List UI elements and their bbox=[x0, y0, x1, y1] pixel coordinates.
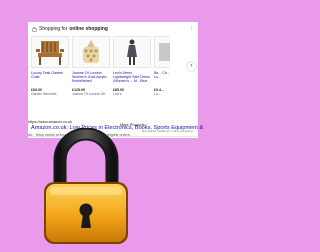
product-name[interactable]: Levi's Mens Lightweight Skirt Dress (Wom… bbox=[113, 71, 151, 84]
shopping-header: Shopping for online shopping bbox=[32, 26, 108, 32]
shopping-bag-icon bbox=[32, 26, 37, 32]
product-seller: Lu... bbox=[154, 92, 161, 96]
product-card[interactable]: Luxury Teak Garden Chair £69.00 Garden B… bbox=[31, 36, 69, 112]
product-image-partial[interactable] bbox=[154, 36, 170, 68]
product-image-chair[interactable] bbox=[31, 36, 69, 68]
padlock-icon bbox=[40, 127, 132, 246]
product-card[interactable]: Joanne Of London Women's Gold Acrylic Em… bbox=[72, 36, 110, 112]
product-seller: Joanne Of London UK bbox=[72, 92, 106, 96]
carousel-next-button[interactable]: › bbox=[187, 62, 196, 71]
product-seller: Garden Benches bbox=[31, 92, 57, 96]
shopping-header-query: online shopping bbox=[69, 26, 108, 32]
product-image-embellished[interactable] bbox=[72, 36, 110, 68]
product-carousel: Luxury Teak Garden Chair £69.00 Garden B… bbox=[31, 36, 189, 112]
product-seller: Levi's bbox=[113, 92, 122, 96]
product-name[interactable]: Joanne Of London Women's Gold Acrylic Em… bbox=[72, 71, 110, 84]
more-menu-icon[interactable]: ⋮ bbox=[189, 26, 194, 31]
product-image-dress[interactable] bbox=[113, 36, 151, 68]
product-card[interactable]: Be... Ch... Lu... £0.4... Lu... bbox=[154, 36, 170, 112]
product-name[interactable]: Be... Ch... Lu... bbox=[154, 71, 170, 84]
shopping-header-prefix: Shopping for bbox=[39, 26, 68, 32]
ad-url[interactable]: https://www.amazon.co.uk bbox=[28, 120, 72, 124]
product-card[interactable]: Levi's Mens Lightweight Skirt Dress (Wom… bbox=[113, 36, 151, 112]
product-name[interactable]: Luxury Teak Garden Chair bbox=[31, 71, 69, 84]
